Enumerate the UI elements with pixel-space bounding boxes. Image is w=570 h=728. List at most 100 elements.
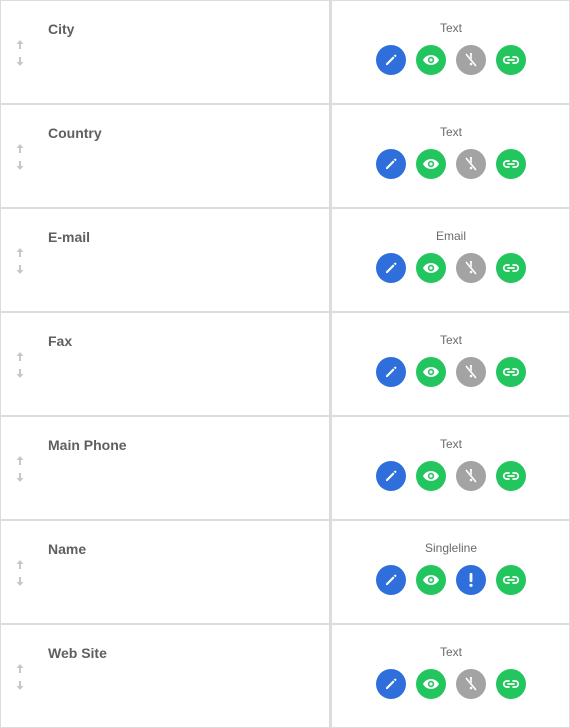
drag-handle[interactable] bbox=[13, 247, 27, 275]
required-toggle-button[interactable] bbox=[456, 565, 486, 595]
link-icon bbox=[502, 470, 520, 482]
link-button[interactable] bbox=[496, 45, 526, 75]
link-icon bbox=[502, 262, 520, 274]
sort-arrows-icon bbox=[15, 39, 25, 67]
sort-arrows-icon bbox=[15, 143, 25, 171]
field-actions bbox=[376, 357, 526, 387]
link-button[interactable] bbox=[496, 149, 526, 179]
edit-button[interactable] bbox=[376, 669, 406, 699]
pencil-icon bbox=[384, 157, 398, 171]
visibility-button[interactable] bbox=[416, 253, 446, 283]
link-icon bbox=[502, 54, 520, 66]
field-name-cell: City bbox=[0, 0, 330, 104]
eye-icon bbox=[422, 573, 440, 587]
required-toggle-button[interactable] bbox=[456, 149, 486, 179]
pencil-icon bbox=[384, 677, 398, 691]
field-name-cell: Main Phone bbox=[0, 416, 330, 520]
eye-icon bbox=[422, 469, 440, 483]
field-row: City Text bbox=[0, 0, 570, 104]
link-icon bbox=[502, 678, 520, 690]
edit-button[interactable] bbox=[376, 565, 406, 595]
field-row: Fax Text bbox=[0, 312, 570, 416]
sort-arrows-icon bbox=[15, 663, 25, 691]
not-required-icon bbox=[463, 259, 479, 277]
field-actions bbox=[376, 253, 526, 283]
link-button[interactable] bbox=[496, 357, 526, 387]
field-type-cell: Text bbox=[330, 312, 570, 416]
edit-button[interactable] bbox=[376, 253, 406, 283]
field-type-cell: Text bbox=[330, 416, 570, 520]
not-required-icon bbox=[463, 51, 479, 69]
field-row: Country Text bbox=[0, 104, 570, 208]
drag-handle[interactable] bbox=[13, 663, 27, 691]
required-toggle-button[interactable] bbox=[456, 669, 486, 699]
field-row: Name Singleline bbox=[0, 520, 570, 624]
visibility-button[interactable] bbox=[416, 45, 446, 75]
visibility-button[interactable] bbox=[416, 357, 446, 387]
link-icon bbox=[502, 574, 520, 586]
field-type-label: Text bbox=[439, 333, 462, 347]
link-button[interactable] bbox=[496, 565, 526, 595]
field-type-label: Email bbox=[435, 229, 466, 243]
field-name: Web Site bbox=[48, 645, 107, 661]
visibility-button[interactable] bbox=[416, 565, 446, 595]
eye-icon bbox=[422, 157, 440, 171]
required-toggle-button[interactable] bbox=[456, 357, 486, 387]
required-exclamation-icon bbox=[465, 571, 477, 589]
link-button[interactable] bbox=[496, 253, 526, 283]
pencil-icon bbox=[384, 365, 398, 379]
eye-icon bbox=[422, 677, 440, 691]
field-type-label: Text bbox=[439, 645, 462, 659]
field-name: City bbox=[48, 21, 75, 37]
drag-handle[interactable] bbox=[13, 351, 27, 379]
not-required-icon bbox=[463, 675, 479, 693]
field-type-cell: Singleline bbox=[330, 520, 570, 624]
field-actions bbox=[376, 149, 526, 179]
pencil-icon bbox=[384, 53, 398, 67]
link-icon bbox=[502, 158, 520, 170]
field-type-label: Text bbox=[439, 125, 462, 139]
edit-button[interactable] bbox=[376, 461, 406, 491]
visibility-button[interactable] bbox=[416, 669, 446, 699]
field-name-cell: Web Site bbox=[0, 624, 330, 728]
not-required-icon bbox=[463, 155, 479, 173]
field-row: E-mail Email bbox=[0, 208, 570, 312]
edit-button[interactable] bbox=[376, 357, 406, 387]
field-type-cell: Text bbox=[330, 104, 570, 208]
drag-handle[interactable] bbox=[13, 455, 27, 483]
edit-button[interactable] bbox=[376, 45, 406, 75]
drag-handle[interactable] bbox=[13, 39, 27, 67]
field-name: Main Phone bbox=[48, 437, 127, 453]
field-name: Country bbox=[48, 125, 102, 141]
field-name-cell: Fax bbox=[0, 312, 330, 416]
link-icon bbox=[502, 366, 520, 378]
drag-handle[interactable] bbox=[13, 559, 27, 587]
field-type-label: Singleline bbox=[424, 541, 478, 555]
fields-table: City Text Country Text E-mail Email Fax … bbox=[0, 0, 570, 728]
field-row: Main Phone Text bbox=[0, 416, 570, 520]
required-toggle-button[interactable] bbox=[456, 461, 486, 491]
field-type-cell: Email bbox=[330, 208, 570, 312]
not-required-icon bbox=[463, 363, 479, 381]
field-name-cell: Country bbox=[0, 104, 330, 208]
eye-icon bbox=[422, 365, 440, 379]
not-required-icon bbox=[463, 467, 479, 485]
pencil-icon bbox=[384, 573, 398, 587]
required-toggle-button[interactable] bbox=[456, 253, 486, 283]
eye-icon bbox=[422, 261, 440, 275]
field-type-label: Text bbox=[439, 437, 462, 451]
field-name: E-mail bbox=[48, 229, 91, 245]
pencil-icon bbox=[384, 469, 398, 483]
field-actions bbox=[376, 565, 526, 595]
link-button[interactable] bbox=[496, 669, 526, 699]
drag-handle[interactable] bbox=[13, 143, 27, 171]
sort-arrows-icon bbox=[15, 559, 25, 587]
visibility-button[interactable] bbox=[416, 461, 446, 491]
link-button[interactable] bbox=[496, 461, 526, 491]
field-name: Fax bbox=[48, 333, 73, 349]
edit-button[interactable] bbox=[376, 149, 406, 179]
sort-arrows-icon bbox=[15, 351, 25, 379]
sort-arrows-icon bbox=[15, 247, 25, 275]
visibility-button[interactable] bbox=[416, 149, 446, 179]
required-toggle-button[interactable] bbox=[456, 45, 486, 75]
